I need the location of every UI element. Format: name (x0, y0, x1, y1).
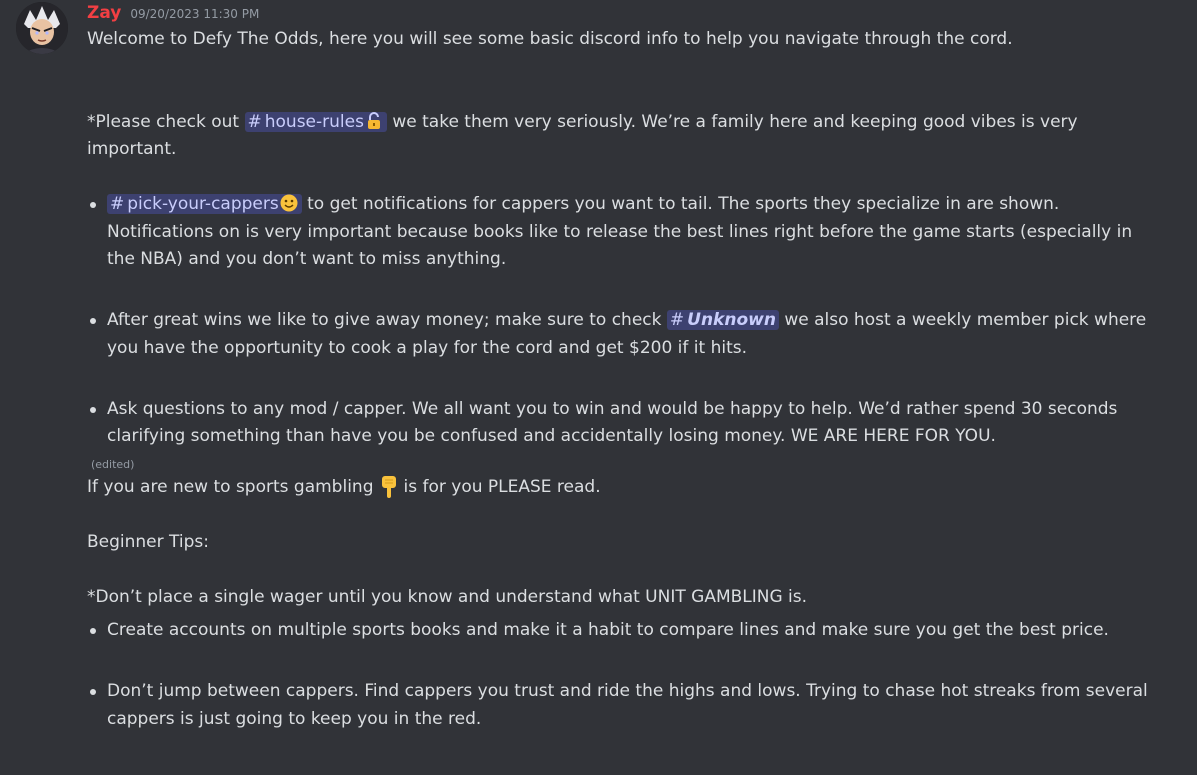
face-emoji-icon (280, 194, 298, 212)
channel-mention-unknown[interactable]: # Unknown (666, 310, 779, 330)
new-gambler-line: If you are new to sports gambling is for … (87, 473, 1167, 502)
house-rules-text: we take them very seriously. We’re a fam… (392, 111, 1078, 132)
list-item: Create accounts on multiple sports books… (87, 617, 1167, 645)
list-item-text: to get notifications for cappers you wan… (307, 194, 1060, 214)
list-item-text: cappers is just going to keep you in the… (107, 708, 482, 729)
list-item-text: you have the opportunity to cook a play … (107, 337, 747, 358)
list-item: After great wins we like to give away mo… (87, 307, 1167, 362)
info-list: # pick-your-cappers to get notifications … (87, 191, 1167, 451)
intro-text: Welcome to Defy The Odds, here you will … (87, 29, 1013, 49)
hash-icon: # (247, 111, 262, 132)
list-item: Don’t jump between cappers. Find cappers… (87, 678, 1167, 733)
list-item-text: clarifying something than have you be co… (107, 426, 996, 446)
channel-mention-pick-your-cappers[interactable]: # pick-your-cappers (107, 194, 302, 214)
hash-icon: # (110, 194, 125, 214)
house-rules-prefix: *Please check out (87, 111, 240, 132)
unit-gambling-line: *Don’t place a single wager until you kn… (87, 586, 808, 607)
hash-icon: # (669, 310, 685, 330)
channel-name: pick-your-cappers (127, 194, 279, 214)
channel-name: Unknown (687, 310, 776, 330)
lock-icon (367, 111, 380, 129)
list-item: Ask questions to any mod / capper. We al… (87, 396, 1167, 451)
message-header: Zay 09/20/2023 11:30 PM (87, 2, 259, 24)
chat-message: Zay 09/20/2023 11:30 PM Welcome to Defy … (0, 0, 1197, 775)
avatar-image (16, 2, 68, 54)
tips-title: Beginner Tips: (87, 531, 209, 552)
username[interactable]: Zay (87, 2, 121, 24)
house-rules-line: *Please check out # house-rules we take t… (87, 109, 1167, 137)
avatar[interactable] (16, 2, 68, 54)
list-item-text: Notifications on is very important becau… (107, 221, 1133, 242)
list-item: # pick-your-cappers to get notifications … (87, 191, 1167, 274)
list-item-text: Create accounts on multiple sports books… (107, 620, 1109, 640)
pointing-down-emoji-icon (381, 475, 396, 498)
list-item-text: Don’t jump between cappers. Find cappers… (107, 681, 1148, 701)
tips-list: Create accounts on multiple sports books… (87, 617, 1167, 733)
new-gambler-text: is for you PLEASE read. (403, 476, 601, 497)
list-item-text: After great wins we like to give away mo… (107, 310, 662, 330)
list-item-text: the NBA) and you don’t want to miss anyt… (107, 249, 507, 269)
timestamp[interactable]: 09/20/2023 11:30 PM (130, 3, 259, 25)
new-gambler-text: If you are new to sports gambling (87, 476, 374, 497)
message-content: Welcome to Defy The Odds, here you will … (87, 26, 1167, 733)
list-item-text: Ask questions to any mod / capper. We al… (107, 398, 1118, 419)
edited-label[interactable]: (edited) (91, 457, 1167, 473)
list-item-text: we also host a weekly member pick where (784, 310, 1147, 330)
house-rules-line-2: important. (87, 139, 177, 159)
channel-mention-house-rules[interactable]: # house-rules (244, 111, 387, 132)
channel-name: house-rules (264, 111, 364, 132)
